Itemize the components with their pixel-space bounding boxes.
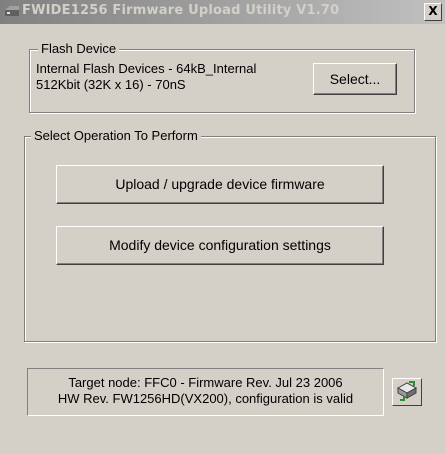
- flash-device-group-label: Flash Device: [38, 41, 120, 56]
- operation-group-label: Select Operation To Perform: [31, 128, 201, 143]
- status-line-2: HW Rev. FW1256HD(VX200), configuration i…: [57, 391, 354, 406]
- app-icon: [5, 6, 19, 16]
- select-button[interactable]: Select...: [313, 63, 397, 95]
- device-description-line1: Internal Flash Devices - 64kB_Internal: [36, 61, 257, 76]
- main-window: FWIDE1256 Firmware Upload Utility V1.70 …: [0, 0, 445, 454]
- window-title: FWIDE1256 Firmware Upload Utility V1.70: [22, 3, 340, 18]
- status-panel: Target node: FFC0 - Firmware Rev. Jul 23…: [27, 368, 384, 416]
- flash-device-group: Flash Device Internal Flash Devices - 64…: [29, 41, 415, 113]
- status-line-1: Target node: FFC0 - Firmware Rev. Jul 23…: [68, 375, 343, 390]
- refresh-device-button[interactable]: [392, 378, 422, 406]
- modify-configuration-button[interactable]: Modify device configuration settings: [56, 226, 384, 265]
- title-bar[interactable]: FWIDE1256 Firmware Upload Utility V1.70 …: [0, 0, 445, 24]
- device-description-line2: 512Kbit (32K x 16) - 70nS: [36, 77, 186, 92]
- upload-firmware-button[interactable]: Upload / upgrade device firmware: [56, 165, 384, 204]
- operation-group: Select Operation To Perform Upload / upg…: [24, 128, 436, 342]
- close-button[interactable]: X: [424, 3, 442, 21]
- device-icon: [396, 381, 418, 401]
